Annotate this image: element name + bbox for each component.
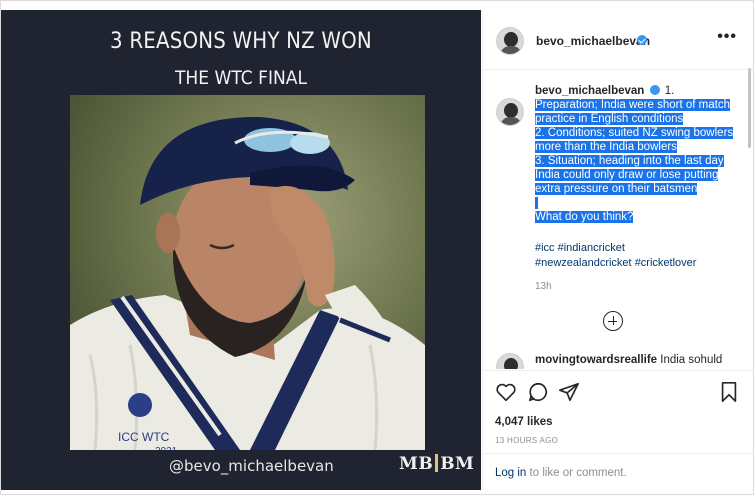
caption-verified-badge-icon [649,85,660,95]
login-prompt: Log in to like or comment. [495,467,627,479]
plus-circle-icon[interactable] [603,311,623,331]
hashtag[interactable]: #cricketlover [635,257,697,269]
caption-question: What do you think? [535,211,634,223]
caption-blank-line [535,197,539,209]
cricketer-photo: ICC WTC 2021 [70,95,425,450]
comment-icon[interactable] [527,381,549,403]
caption-username[interactable]: bevo_michaelbevan [535,85,644,97]
comment-username[interactable]: movingtowardsreallife [535,354,657,366]
post-timestamp: 13 HOURS AGO [495,436,559,445]
header-username[interactable]: bevo_michaelbevan [536,34,650,48]
cap-text-icc: ICC WTC [118,430,170,444]
caption-line-2: 2. Conditions; suited NZ swing bowlers m… [535,127,734,153]
bat-icon [435,454,439,472]
likes-count[interactable]: 4,047 likes [495,416,553,428]
logo-right: BM [440,454,475,474]
avatar[interactable] [496,27,524,55]
post-header: bevo_michaelbevan ••• [483,10,754,70]
commenter-avatar[interactable] [496,353,524,369]
bookmark-icon[interactable] [718,381,740,403]
post-caption: bevo_michaelbevan 1. Preparation; India … [535,84,735,224]
hashtag[interactable]: #icc [535,242,555,254]
post-image[interactable]: 3 REASONS WHY NZ WON THE WTC FINAL ICC W… [1,10,481,490]
hashtags: #icc #indiancricket #newzealandcricket #… [535,241,735,270]
cap-text-year: 2021 [155,446,178,450]
caption-lead: 1. [664,85,675,97]
post-handle-text: @bevo_michaelbevan [169,457,334,475]
hashtag[interactable]: #newzealandcricket [535,257,632,269]
comment-text: India sohuld [660,354,723,366]
more-options-icon[interactable]: ••• [717,29,737,45]
login-link[interactable]: Log in [495,467,526,479]
login-row: Log in to like or comment. [483,453,754,491]
comment-item: movingtowardsreallife India sohuld [535,354,745,366]
comments-scrollbar[interactable] [748,68,751,148]
verified-badge-icon [637,35,647,45]
logo-left: MB [399,454,434,474]
post-title-line-2: THE WTC FINAL [175,67,307,89]
caption-time: 13h [535,281,552,292]
heart-icon[interactable] [495,381,517,403]
comments-section[interactable]: bevo_michaelbevan 1. Preparation; India … [483,71,754,369]
share-icon[interactable] [558,381,580,403]
post-title-line-1: 3 REASONS WHY NZ WON [110,29,372,54]
hashtag[interactable]: #indiancricket [558,242,625,254]
login-rest: to like or comment. [526,467,627,479]
caption-line-1: Preparation; India were short of match p… [535,99,730,125]
cricketer-illustration: ICC WTC 2021 [70,95,425,450]
brand-logo: MB BM [399,454,474,474]
caption-avatar[interactable] [496,98,524,126]
caption-line-3: 3. Situation; heading into the last day … [535,155,724,195]
post-details-panel: bevo_michaelbevan ••• bevo_michaelbevan … [482,10,754,490]
post-actions: 4,047 likes 13 HOURS AGO Log in to like … [483,370,754,490]
